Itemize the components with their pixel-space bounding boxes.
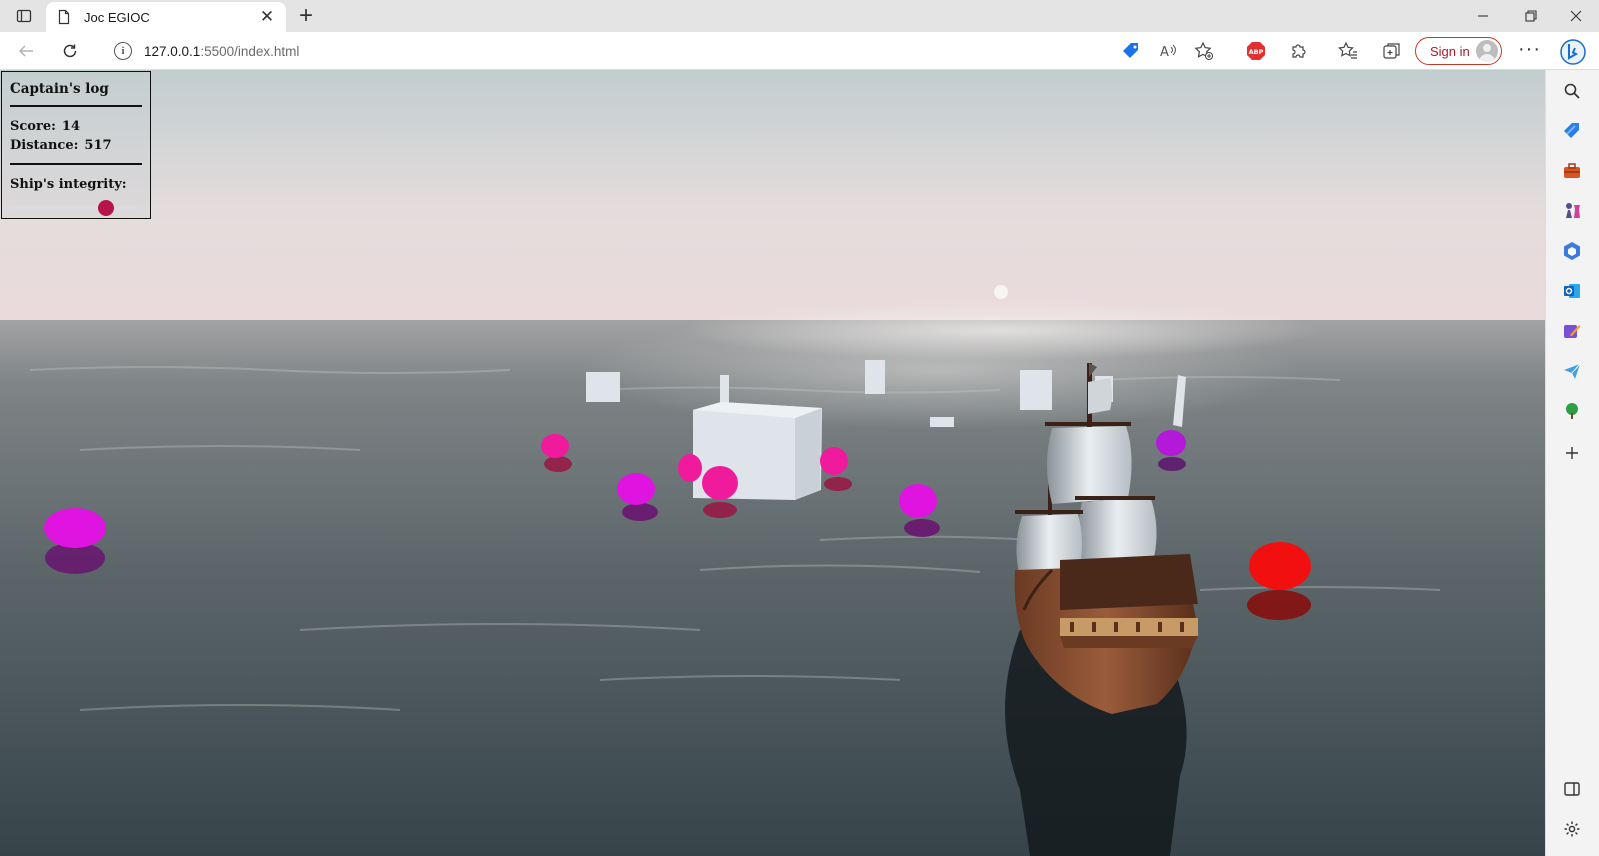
tag-icon[interactable] — [1561, 120, 1583, 142]
settings-icon[interactable] — [1561, 818, 1583, 840]
distance-value: 517 — [84, 138, 112, 153]
shopping-tag-icon — [1123, 43, 1138, 58]
shopping-tag-button[interactable] — [1120, 40, 1142, 62]
ocean-scene — [0, 70, 1545, 856]
bing-chat-button[interactable] — [1557, 36, 1589, 68]
url-host: 127.0.0.1 — [144, 43, 201, 59]
back-arrow-icon — [18, 45, 33, 57]
add-icon[interactable] — [1561, 442, 1583, 464]
chess-icon[interactable] — [1561, 200, 1583, 222]
sign-in-label: Sign in — [1430, 43, 1470, 59]
favorites-icon — [1338, 41, 1357, 59]
obstacle-cube — [930, 417, 954, 427]
buoy — [899, 484, 937, 518]
site-info-icon[interactable]: i — [114, 42, 132, 60]
url-path: :5500/index.html — [200, 43, 300, 59]
add-favorite-icon — [1194, 41, 1213, 60]
score-label: Score: — [10, 119, 56, 134]
office-icon[interactable] — [1561, 240, 1583, 262]
close-icon — [1570, 10, 1582, 22]
more-options-icon[interactable]: ··· — [1518, 38, 1541, 61]
buoy — [820, 447, 848, 475]
extensions-button[interactable] — [1288, 40, 1310, 62]
integrity-slider-fill — [10, 206, 106, 210]
svg-text:ABP: ABP — [1249, 48, 1264, 56]
close-window-button[interactable] — [1553, 0, 1599, 32]
integrity-label: Ship's integrity: — [10, 177, 127, 192]
outlook-icon[interactable] — [1561, 280, 1583, 302]
tab-actions-button[interactable] — [12, 6, 36, 26]
adblock-button[interactable]: ABP — [1245, 40, 1267, 62]
close-tab-icon[interactable]: ✕ — [258, 7, 276, 27]
buoy — [617, 473, 655, 505]
active-tab[interactable]: Joc EGIOC ✕ — [46, 2, 286, 32]
collections-button[interactable] — [1381, 40, 1403, 62]
buoy — [1156, 430, 1186, 456]
tab-strip: Joc EGIOC ✕ + — [0, 0, 1599, 32]
send-icon[interactable] — [1561, 360, 1583, 382]
buoy — [1249, 542, 1311, 590]
svg-text:A: A — [1160, 45, 1169, 60]
url-field[interactable]: i 127.0.0.1:5500/index.html — [100, 36, 1380, 66]
divider — [10, 163, 142, 165]
buoy — [541, 434, 569, 458]
score-row: Score: 14 — [10, 117, 142, 136]
refresh-button[interactable] — [58, 39, 82, 63]
obstacle-cube — [865, 360, 885, 394]
collections-icon — [1383, 43, 1400, 59]
minimize-icon — [1478, 15, 1488, 17]
split-screen-icon[interactable] — [1561, 778, 1583, 800]
integrity-slider-thumb[interactable] — [98, 200, 114, 216]
back-button[interactable] — [14, 39, 38, 63]
distance-row: Distance: 517 — [10, 136, 142, 155]
captains-log-title: Captain's log — [10, 81, 142, 107]
avatar — [1476, 40, 1498, 62]
obstacle-cube — [586, 372, 620, 402]
new-tab-button[interactable]: + — [294, 3, 318, 29]
bing-icon — [1560, 39, 1586, 65]
add-favorite-button[interactable] — [1193, 40, 1215, 62]
captains-log-panel: Captain's log Score: 14 Distance: 517 Ship… — [1, 71, 151, 219]
integrity-slider[interactable] — [10, 200, 138, 216]
briefcase-icon[interactable] — [1561, 160, 1583, 182]
refresh-icon — [63, 44, 77, 58]
edge-sidebar — [1545, 70, 1599, 856]
tab-title: Joc EGIOC — [84, 9, 150, 25]
address-toolbar: i 127.0.0.1:5500/index.html A ABP Sign i… — [0, 32, 1599, 70]
puzzle-icon — [1292, 44, 1306, 58]
sun — [994, 285, 1008, 299]
designer-icon[interactable] — [1561, 320, 1583, 342]
score-value: 14 — [61, 119, 80, 134]
favorites-button[interactable] — [1337, 40, 1359, 62]
restore-button[interactable] — [1508, 0, 1554, 32]
distance-label: Distance: — [10, 138, 79, 153]
obstacle-cube — [1020, 370, 1052, 410]
buoy — [44, 508, 106, 548]
tree-icon[interactable] — [1561, 400, 1583, 422]
read-aloud-button[interactable]: A — [1157, 40, 1179, 62]
restore-icon — [1525, 10, 1537, 22]
tab-actions-icon — [16, 9, 32, 23]
read-aloud-icon: A — [1160, 44, 1176, 60]
game-canvas[interactable] — [0, 70, 1545, 856]
adblock-icon: ABP — [1247, 42, 1265, 60]
minimize-button[interactable] — [1460, 0, 1506, 32]
buoy — [702, 466, 738, 500]
document-icon — [58, 9, 70, 25]
sign-in-button[interactable]: Sign in — [1415, 37, 1502, 65]
search-icon[interactable] — [1561, 80, 1583, 102]
buoy — [678, 454, 702, 482]
